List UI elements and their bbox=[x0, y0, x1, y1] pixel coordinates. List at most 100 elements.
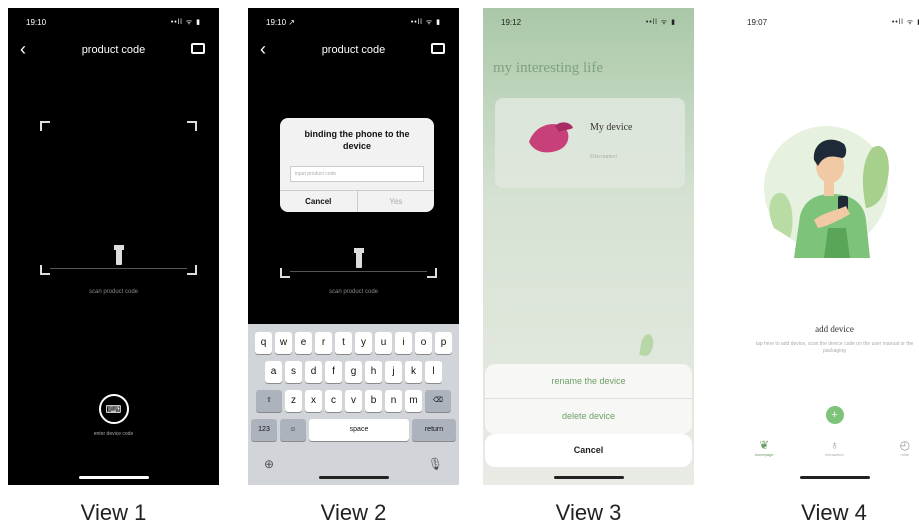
tab-bar: ❦ homepage ♁ interaction ◴ mine bbox=[729, 438, 919, 468]
shift-key[interactable]: ⇧ bbox=[256, 390, 282, 412]
key-o[interactable]: o bbox=[415, 332, 432, 354]
device-card[interactable]: My device Disconnect bbox=[495, 98, 685, 188]
key-w[interactable]: w bbox=[275, 332, 292, 354]
view1-phone: 19:10 ••ll ᯤ ▮ ‹ product code scan produ… bbox=[8, 8, 219, 485]
status-signal: ••ll ᯤ ▮ bbox=[891, 18, 919, 26]
scan-label: scan product code bbox=[88, 289, 139, 295]
back-icon[interactable]: ‹ bbox=[20, 38, 26, 60]
key-l[interactable]: l bbox=[425, 361, 442, 383]
key-row-2: asdfghjkl bbox=[248, 361, 459, 383]
key-b[interactable]: b bbox=[365, 390, 382, 412]
delete-device-option[interactable]: delete device bbox=[485, 399, 692, 434]
cancel-button[interactable]: Cancel bbox=[280, 191, 358, 212]
add-device-button[interactable]: + bbox=[825, 406, 844, 424]
key-a[interactable]: a bbox=[265, 361, 282, 383]
microphone-icon[interactable]: 🎙 bbox=[428, 457, 443, 471]
gallery-icon[interactable] bbox=[431, 43, 445, 54]
key-m[interactable]: m bbox=[405, 390, 422, 412]
view3-phone: 19:12 ••ll ᯤ ▮ my interesting life My de… bbox=[483, 8, 694, 485]
status-time: 19:10 ↗ bbox=[266, 17, 295, 27]
key-h[interactable]: h bbox=[365, 361, 382, 383]
back-icon[interactable]: ‹ bbox=[260, 38, 266, 60]
scan-corner bbox=[280, 268, 290, 278]
key-x[interactable]: x bbox=[305, 390, 322, 412]
nav-bar: ‹ product code bbox=[248, 38, 459, 62]
device-icon bbox=[529, 122, 573, 153]
key-d[interactable]: d bbox=[305, 361, 322, 383]
caption-view2: View 2 bbox=[320, 500, 387, 525]
tab-mine[interactable]: ◴ mine bbox=[880, 438, 919, 468]
key-row-1: qwertyuiop bbox=[248, 332, 459, 354]
scan-corner bbox=[40, 265, 50, 275]
return-key[interactable]: return bbox=[412, 419, 456, 441]
key-g[interactable]: g bbox=[345, 361, 362, 383]
screenshot-stage: 19:10 ••ll ᯤ ▮ ‹ product code scan produ… bbox=[0, 0, 919, 530]
caption-view4: View 4 bbox=[801, 500, 867, 525]
status-signal: ••ll ᯤ ▮ bbox=[410, 18, 441, 26]
key-k[interactable]: k bbox=[405, 361, 422, 383]
status-time: 19:10 bbox=[26, 17, 47, 27]
confirm-button[interactable]: Yes bbox=[358, 191, 435, 212]
leaf-icon: ❦ bbox=[759, 438, 770, 452]
device-status: Disconnect bbox=[590, 154, 617, 160]
key-c[interactable]: c bbox=[325, 390, 342, 412]
page-title: my interesting life bbox=[493, 60, 603, 76]
space-key[interactable]: space bbox=[309, 419, 409, 441]
bind-dialog: binding the phone to the device input pr… bbox=[280, 118, 434, 212]
numbers-key[interactable]: 123 bbox=[251, 419, 277, 441]
scan-corner bbox=[427, 268, 437, 278]
dialog-buttons: Cancel Yes bbox=[280, 190, 434, 212]
key-s[interactable]: s bbox=[285, 361, 302, 383]
emoji-key[interactable]: ☺ bbox=[280, 419, 306, 441]
key-u[interactable]: u bbox=[375, 332, 392, 354]
home-indicator bbox=[553, 476, 624, 479]
flashlight-icon[interactable] bbox=[113, 245, 124, 265]
status-bar: 19:10 ••ll ᯤ ▮ bbox=[8, 8, 219, 36]
enter-code-button[interactable]: ⌨ bbox=[98, 394, 129, 424]
key-n[interactable]: n bbox=[385, 390, 402, 412]
scan-corner bbox=[187, 121, 197, 131]
product-code-input[interactable]: input product code bbox=[290, 166, 424, 182]
add-device-hint: tap here to add device, scan the device … bbox=[755, 341, 914, 354]
status-bar: 19:07 ••ll ᯤ ▮ bbox=[729, 8, 919, 36]
nav-title: product code bbox=[81, 44, 146, 56]
rename-device-option[interactable]: rename the device bbox=[485, 364, 692, 399]
globe-icon[interactable]: ⊕ bbox=[264, 457, 274, 471]
tab-label: interaction bbox=[825, 452, 844, 457]
status-bar: 19:12 ••ll ᯤ ▮ bbox=[483, 8, 694, 36]
key-y[interactable]: y bbox=[355, 332, 372, 354]
status-signal: ••ll ᯤ ▮ bbox=[645, 18, 676, 26]
key-i[interactable]: i bbox=[395, 332, 412, 354]
keyboard: qwertyuiop asdfghjkl ⇧ zxcvbnm ⌫ 123 ☺ s… bbox=[248, 324, 459, 485]
key-row-3: ⇧ zxcvbnm ⌫ bbox=[248, 390, 459, 412]
delete-key[interactable]: ⌫ bbox=[425, 390, 451, 412]
scan-corner bbox=[40, 121, 50, 131]
leaf-decoration bbox=[639, 333, 655, 357]
key-p[interactable]: p bbox=[435, 332, 452, 354]
keyboard-icon: ⌨ bbox=[105, 403, 122, 416]
scan-line bbox=[50, 268, 187, 269]
dialog-title: binding the phone to the device bbox=[304, 129, 410, 151]
key-t[interactable]: t bbox=[335, 332, 352, 354]
key-r[interactable]: r bbox=[315, 332, 332, 354]
tab-interaction[interactable]: ♁ interaction bbox=[809, 438, 859, 468]
key-z[interactable]: z bbox=[285, 390, 302, 412]
gallery-icon[interactable] bbox=[191, 43, 205, 54]
home-indicator bbox=[318, 476, 389, 479]
tab-homepage[interactable]: ❦ homepage bbox=[739, 438, 789, 468]
key-f[interactable]: f bbox=[325, 361, 342, 383]
key-e[interactable]: e bbox=[295, 332, 312, 354]
view4-phone: 19:07 ••ll ᯤ ▮ add device tap here to ad… bbox=[729, 8, 919, 485]
device-name: My device bbox=[590, 122, 633, 133]
key-q[interactable]: q bbox=[255, 332, 272, 354]
profile-icon: ◴ bbox=[899, 438, 911, 452]
tab-label: mine bbox=[900, 452, 910, 457]
cancel-button[interactable]: Cancel bbox=[485, 434, 692, 467]
key-j[interactable]: j bbox=[385, 361, 402, 383]
status-signal: ••ll ᯤ ▮ bbox=[170, 18, 201, 26]
caption-view3: View 3 bbox=[555, 500, 622, 525]
add-device-title: add device bbox=[815, 324, 854, 334]
letter-keys: zxcvbnm bbox=[285, 390, 422, 412]
flashlight-icon[interactable] bbox=[353, 248, 364, 268]
key-v[interactable]: v bbox=[345, 390, 362, 412]
